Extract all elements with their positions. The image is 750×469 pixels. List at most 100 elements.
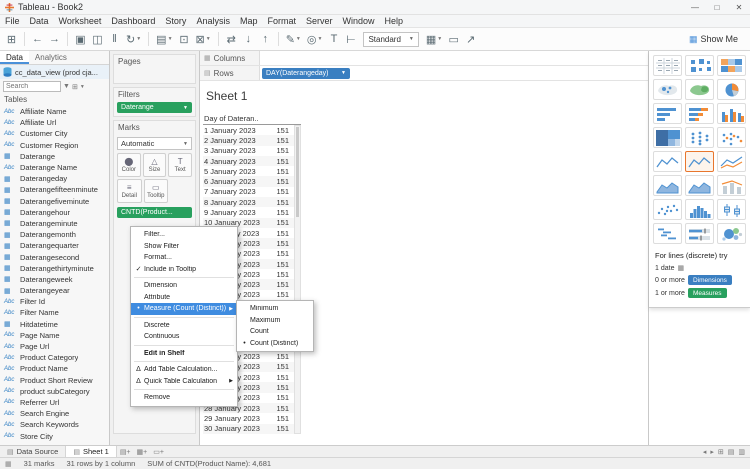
field-daterangethirtyminute[interactable]: ▦ Daterangethirtyminute	[0, 263, 109, 274]
menu-map[interactable]: Map	[235, 15, 263, 27]
table-row[interactable]: 30 January 2023 151	[203, 423, 301, 434]
field-daterangefiveminute[interactable]: ▦ Daterangefiveminute	[0, 196, 109, 207]
showme-thumbnail-continuous-lines[interactable]	[653, 151, 682, 172]
menu-item-count-distinct[interactable]: • Count (Distinct)	[237, 338, 313, 350]
rows-pill-day-daterangeday[interactable]: DAY(Daterangeday) ▼	[262, 67, 350, 79]
menu-item-show-filter[interactable]: Show Filter	[131, 241, 237, 253]
showme-thumbnail-scatter-plot[interactable]	[653, 199, 682, 220]
fix-axes-button[interactable]: ⊢	[343, 30, 358, 48]
field-filter-id[interactable]: Abc Filter Id	[0, 296, 109, 307]
showme-thumbnail-box-and-whisker[interactable]	[717, 199, 746, 220]
menu-item-minimum[interactable]: Minimum	[237, 303, 313, 315]
table-row[interactable]: 5 January 2023 151	[203, 166, 301, 176]
menu-item-filter[interactable]: Filter...	[131, 229, 237, 241]
field-daterangehour[interactable]: ▦ Daterangehour	[0, 207, 109, 218]
menu-item-count[interactable]: Count	[237, 326, 313, 338]
field-store-city[interactable]: Abc Store City	[0, 430, 109, 441]
undo-button[interactable]: ←	[30, 30, 45, 48]
rows-shelf-area[interactable]: DAY(Daterangeday) ▼	[260, 66, 648, 80]
showme-thumbnail-heat-map[interactable]	[685, 55, 714, 76]
field-daterangemonth[interactable]: ▦ Daterangemonth	[0, 229, 109, 240]
field-daterangesecond[interactable]: ▦ Daterangesecond	[0, 251, 109, 262]
field-referrer-url[interactable]: Abc Referrer Url	[0, 397, 109, 408]
field-daterangeminute[interactable]: ▦ Daterangeminute	[0, 218, 109, 229]
fit-selector[interactable]: Standard ▼	[363, 31, 419, 47]
tableau-logo-button[interactable]: ⊞	[4, 30, 19, 48]
field-daterangeyear[interactable]: ▦ Daterangeyear	[0, 285, 109, 296]
data-panel-tab-analytics[interactable]: Analytics	[29, 51, 73, 64]
show-filmstrip-icon[interactable]: ▤	[728, 448, 735, 456]
showme-thumbnail-side-by-side-bars[interactable]	[717, 103, 746, 124]
field-product-short-review[interactable]: Abc Product Short Review	[0, 375, 109, 386]
duplicate-sheet-button[interactable]: ⊡	[177, 30, 192, 48]
field-page-url[interactable]: Abc Page Url	[0, 341, 109, 352]
columns-shelf-area[interactable]	[260, 51, 648, 65]
field-page-name[interactable]: Abc Page Name	[0, 330, 109, 341]
showme-thumbnail-text-table[interactable]	[653, 55, 682, 76]
field-product-subcategory[interactable]: Abc product subCategory	[0, 386, 109, 397]
showme-thumbnail-discrete-area[interactable]	[685, 175, 714, 196]
field-daterangefifteenminute[interactable]: ▦ Daterangefifteenminute	[0, 184, 109, 195]
field-customer-region[interactable]: Abc Customer Region	[0, 140, 109, 151]
pause-auto-updates-button[interactable]: ‖	[107, 30, 122, 48]
showme-thumbnail-circle-views[interactable]	[685, 127, 714, 148]
field-product-category[interactable]: Abc Product Category	[0, 352, 109, 363]
tab-nav-left-icon[interactable]: ◂	[703, 448, 707, 456]
table-row[interactable]: 2 January 2023 151	[203, 135, 301, 146]
field-product-name[interactable]: Abc Product Name	[0, 363, 109, 374]
menu-file[interactable]: File	[0, 15, 25, 27]
menu-item-edit-in-shelf[interactable]: Edit in Shelf	[131, 348, 237, 360]
showme-thumbnail-horizontal-bars[interactable]	[653, 103, 682, 124]
show-sorter-icon[interactable]: ▥	[738, 448, 745, 456]
showme-thumbnail-highlight-table[interactable]	[717, 55, 746, 76]
pages-shelf-area[interactable]	[114, 67, 195, 83]
table-row[interactable]: 9 January 2023 151	[203, 207, 301, 217]
menu-item-discrete[interactable]: Discrete	[131, 320, 237, 332]
menu-item-maximum[interactable]: Maximum	[237, 315, 313, 327]
table-scrollbar[interactable]	[294, 125, 301, 434]
filter-pill-daterange[interactable]: Daterange ▼	[117, 102, 192, 113]
showme-thumbnail-stacked-bars[interactable]	[685, 103, 714, 124]
run-auto-updates-button[interactable]: ↻ ▼	[124, 30, 143, 48]
showme-thumbnail-histogram[interactable]	[685, 199, 714, 220]
showme-thumbnail-side-by-side-circles[interactable]	[717, 127, 746, 148]
showme-thumbnail-dual-combination[interactable]	[717, 175, 746, 196]
show-mark-labels-button[interactable]: T	[326, 30, 341, 48]
menu-analysis[interactable]: Analysis	[191, 15, 235, 27]
menu-item-attribute[interactable]: Attribute	[131, 292, 237, 304]
menu-item-continuous[interactable]: Continuous	[131, 331, 237, 343]
show-tabs-icon[interactable]: ⊞	[718, 448, 724, 456]
menu-worksheet[interactable]: Worksheet	[54, 15, 107, 27]
field-search-keywords[interactable]: Abc Search Keywords	[0, 419, 109, 430]
menu-data[interactable]: Data	[25, 15, 54, 27]
field-daterangeday[interactable]: ▦ Daterangeday	[0, 173, 109, 184]
menu-server[interactable]: Server	[301, 15, 338, 27]
clear-sheet-button[interactable]: ⊠ ▼	[194, 30, 213, 48]
table-column-header[interactable]: Day of Dateran..	[203, 113, 301, 125]
menu-help[interactable]: Help	[380, 15, 409, 27]
showme-thumbnail-bullet-graph[interactable]	[685, 223, 714, 244]
table-row[interactable]: 7 January 2023 151	[203, 187, 301, 197]
table-row[interactable]: 8 January 2023 151	[203, 197, 301, 208]
swap-rows-columns-button[interactable]: ⇄	[224, 30, 239, 48]
field-daterange[interactable]: ▦ Daterange	[0, 151, 109, 162]
showme-thumbnail-discrete-lines[interactable]	[685, 151, 714, 172]
menu-dashboard[interactable]: Dashboard	[106, 15, 160, 27]
share-workbook-button[interactable]: ↗	[463, 30, 478, 48]
showme-thumbnail-treemap[interactable]	[653, 127, 682, 148]
redo-button[interactable]: →	[47, 30, 62, 48]
new-worksheet-button[interactable]: ▤ ▼	[154, 30, 174, 48]
presentation-mode-button[interactable]: ▭	[446, 30, 461, 48]
filter-funnel-icon[interactable]: ▼	[63, 83, 70, 90]
show-me-button[interactable]: ▦ Show Me	[685, 33, 742, 46]
showme-thumbnail-filled-map[interactable]	[685, 79, 714, 100]
field-customer-city[interactable]: Abc Customer City	[0, 128, 109, 139]
group-members-button[interactable]: ◎ ▼	[305, 30, 325, 48]
showme-thumbnail-dual-lines[interactable]	[717, 151, 746, 172]
add-data-source-button[interactable]: ◫	[90, 30, 105, 48]
menu-item-add-table-calculation[interactable]: Δ Add Table Calculation...	[131, 364, 237, 376]
showme-thumbnail-pie-chart[interactable]	[717, 79, 746, 100]
save-button[interactable]: ▣	[73, 30, 88, 48]
showme-thumbnail-gantt[interactable]	[653, 223, 682, 244]
size-button[interactable]: △ Size	[142, 153, 167, 177]
